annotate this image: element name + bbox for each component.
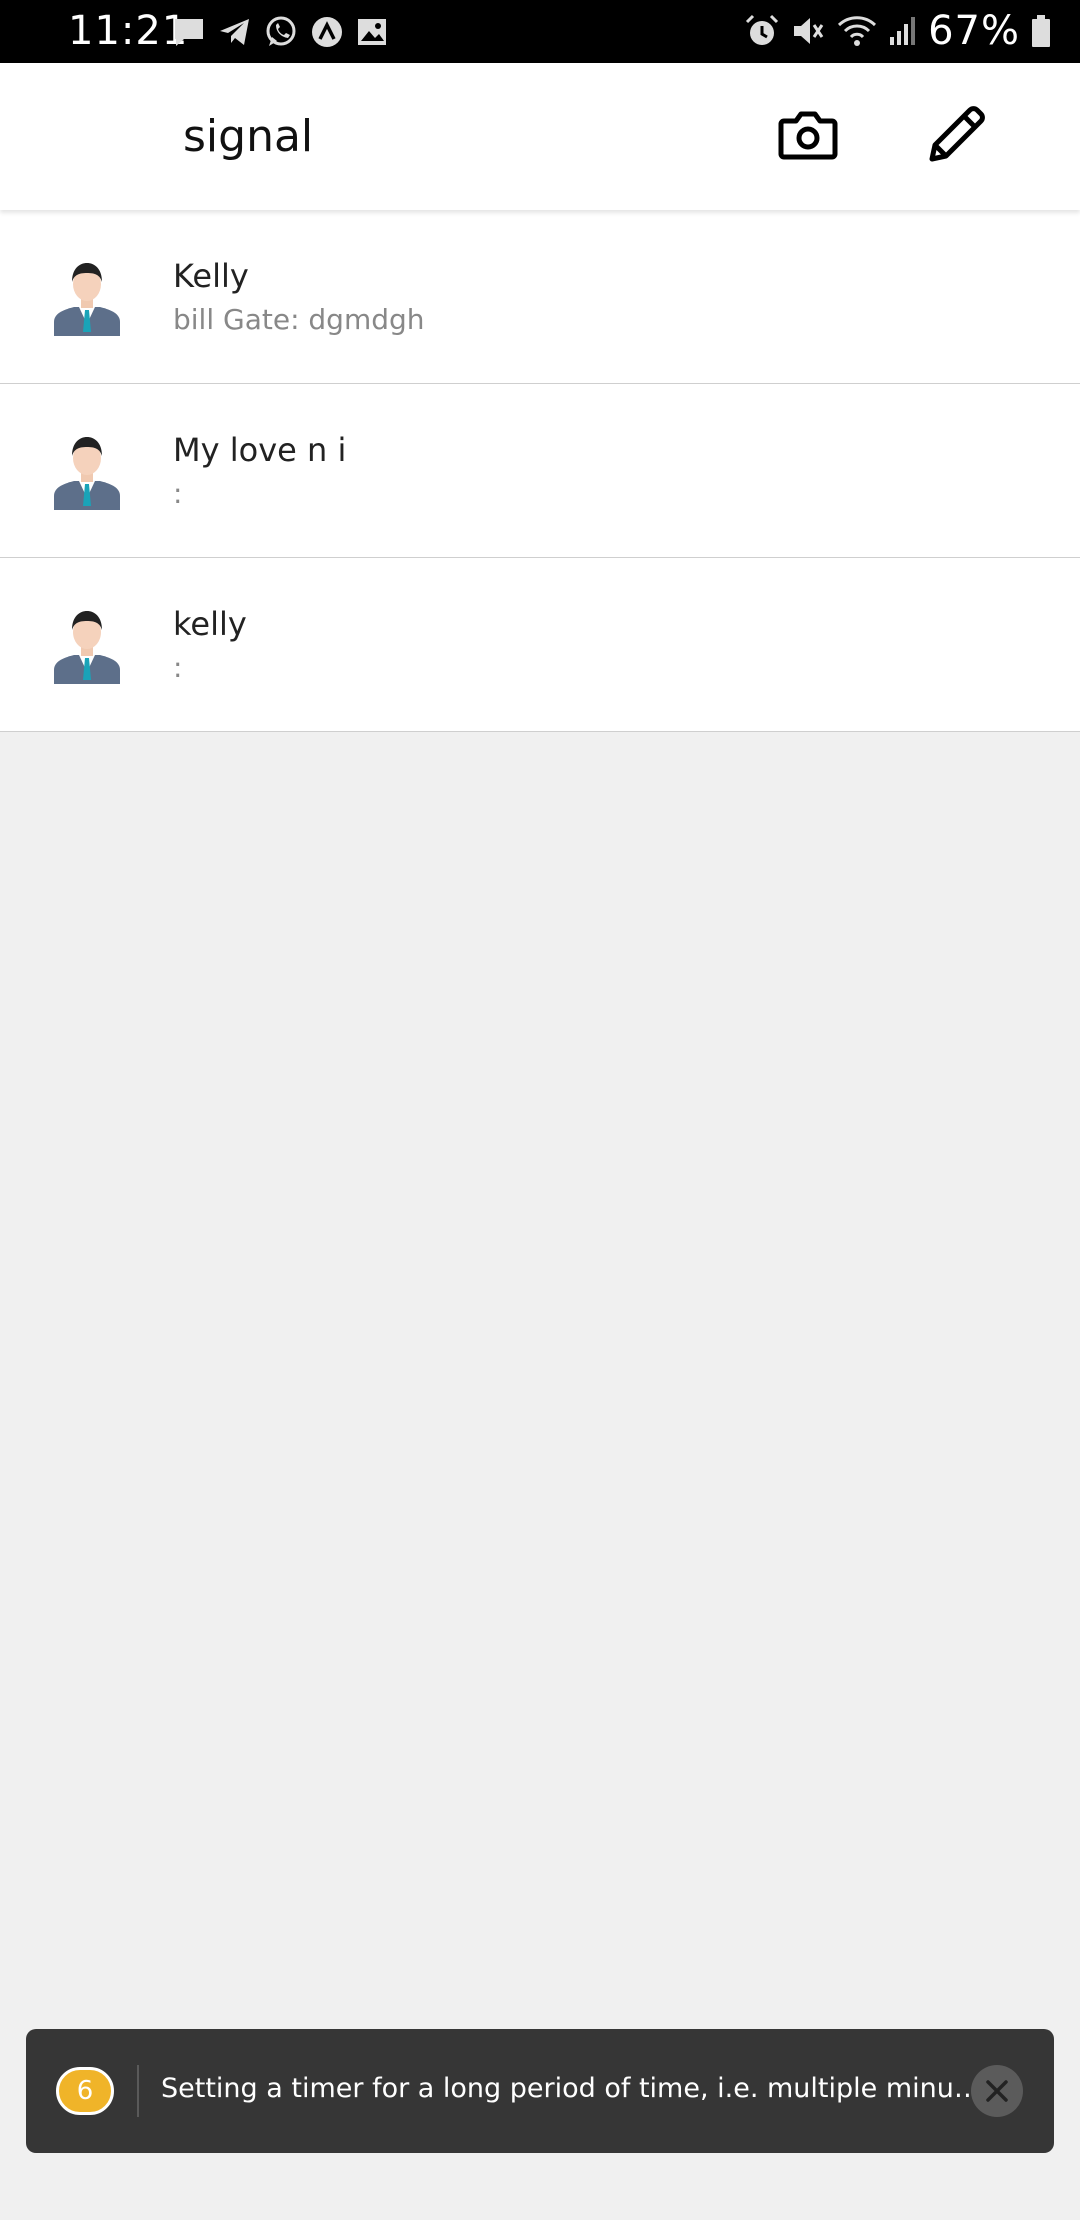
app-title: signal bbox=[183, 111, 314, 162]
status-time: 11:21 bbox=[68, 8, 189, 54]
camera-icon bbox=[778, 111, 838, 160]
status-bar: 11:21 67% bbox=[0, 0, 1080, 63]
app-bar: signal bbox=[0, 63, 1080, 210]
chat-name: Kelly bbox=[173, 257, 249, 295]
pencil-icon bbox=[929, 106, 985, 162]
chat-list-item[interactable]: My love n i : bbox=[0, 384, 1080, 558]
chat-list: Kelly bill Gate: dgmdgh My love n i : ke… bbox=[0, 210, 1080, 732]
chat-list-item[interactable]: kelly : bbox=[0, 558, 1080, 732]
chat-preview: bill Gate: dgmdgh bbox=[173, 303, 425, 336]
battery-percentage: 67% bbox=[928, 8, 1020, 54]
chat-preview: : bbox=[173, 651, 183, 684]
notification-icons bbox=[172, 12, 388, 52]
chat-name: kelly bbox=[173, 605, 247, 643]
toast-close-button[interactable] bbox=[971, 2065, 1023, 2117]
wifi-icon bbox=[838, 16, 877, 46]
alarm-icon bbox=[746, 14, 779, 45]
chat-name: My love n i bbox=[173, 431, 347, 469]
image-icon bbox=[358, 19, 386, 45]
message-icon bbox=[175, 19, 203, 46]
mute-icon bbox=[794, 18, 824, 44]
avatar bbox=[54, 263, 120, 336]
signal-icon bbox=[890, 17, 916, 45]
avatar bbox=[54, 437, 120, 510]
chat-list-item[interactable]: Kelly bill Gate: dgmdgh bbox=[0, 210, 1080, 384]
avatar bbox=[54, 611, 120, 684]
system-icons: 67% bbox=[744, 8, 1052, 54]
close-icon bbox=[986, 2080, 1008, 2102]
arch-icon bbox=[312, 17, 342, 47]
chat-preview: : bbox=[173, 477, 183, 510]
warning-toast[interactable]: 6 Setting a timer for a long period of t… bbox=[26, 2029, 1054, 2153]
warning-count-badge: 6 bbox=[56, 2067, 114, 2115]
toast-divider bbox=[137, 2065, 139, 2117]
toast-message: Setting a timer for a long period of tim… bbox=[161, 2073, 981, 2104]
telegram-icon bbox=[220, 19, 249, 45]
camera-button[interactable] bbox=[770, 101, 846, 169]
battery-icon bbox=[1032, 15, 1050, 47]
whatsapp-icon bbox=[266, 16, 296, 46]
compose-button[interactable] bbox=[914, 93, 998, 177]
